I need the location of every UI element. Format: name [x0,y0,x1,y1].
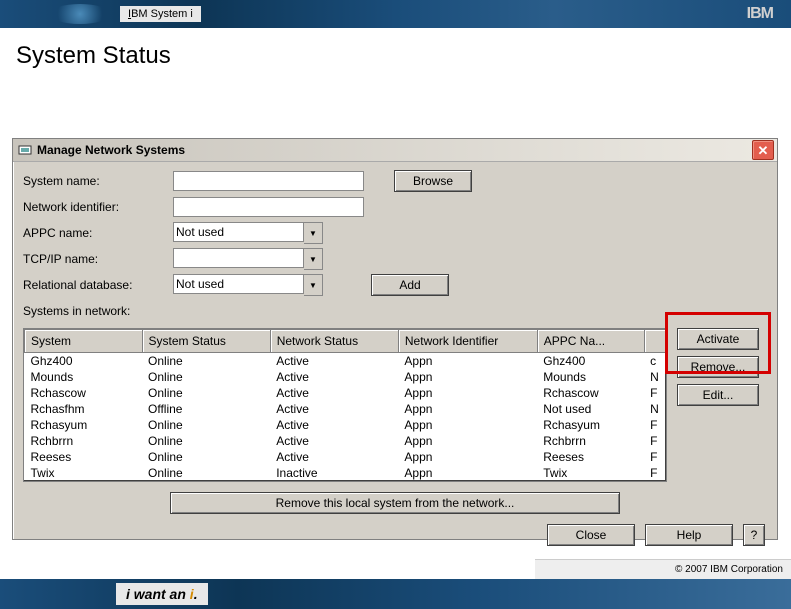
table-cell: Appn [398,465,537,481]
top-banner: IIBM System iBM System i IBM [0,0,791,28]
table-cell: Appn [398,353,537,370]
close-button[interactable]: Close [547,524,635,546]
manage-network-systems-dialog: Manage Network Systems ✕ System name: Br… [12,138,778,540]
table-row[interactable]: TwixOnlineInactiveAppnTwixF [25,465,666,481]
table-cell: Active [270,353,398,370]
dialog-title: Manage Network Systems [37,143,185,157]
table-cell: Active [270,433,398,449]
relational-db-input[interactable] [173,274,304,294]
app-icon [17,142,33,158]
table-row[interactable]: MoundsOnlineActiveAppnMoundsN [25,369,666,385]
table-cell: Active [270,401,398,417]
chevron-down-icon[interactable]: ▼ [304,274,323,296]
page-title: System Status [0,28,791,88]
footer-banner: i want an i. [0,579,791,609]
browse-button[interactable]: Browse [394,170,472,192]
table-cell: Rchasyum [537,417,644,433]
table-row[interactable]: RchbrrnOnlineActiveAppnRchbrrnF [25,433,666,449]
table-cell: Active [270,417,398,433]
remove-button[interactable]: Remove... [677,356,759,378]
table-row[interactable]: ReesesOnlineActiveAppnReesesF [25,449,666,465]
table-cell: Online [142,465,270,481]
table-cell: Ghz400 [25,353,143,370]
table-cell: Appn [398,417,537,433]
table-cell: Rchbrrn [537,433,644,449]
table-cell: Active [270,385,398,401]
table-row[interactable]: Ghz400OnlineActiveAppnGhz400c [25,353,666,370]
table-cell: Online [142,449,270,465]
chevron-down-icon[interactable]: ▼ [304,222,323,244]
network-identifier-label: Network identifier: [23,200,173,214]
remove-local-system-button[interactable]: Remove this local system from the networ… [170,492,620,514]
table-cell: Online [142,417,270,433]
system-name-input[interactable] [173,171,364,191]
table-cell: Active [270,369,398,385]
table-cell: F [644,465,665,481]
table-cell: F [644,417,665,433]
table-cell: Twix [537,465,644,481]
table-cell: Not used [537,401,644,417]
table-cell: F [644,385,665,401]
table-cell: Twix [25,465,143,481]
table-cell: Rchascow [537,385,644,401]
tcpip-name-label: TCP/IP name: [23,252,173,266]
table-row[interactable]: RchasyumOnlineActiveAppnRchasyumF [25,417,666,433]
relational-db-label: Relational database: [23,278,173,292]
table-cell: Rchascow [25,385,143,401]
table-cell: Online [142,369,270,385]
table-header[interactable] [644,330,665,353]
ibm-logo: IBM [747,5,773,23]
context-help-button[interactable]: ? [743,524,765,546]
table-cell: Appn [398,401,537,417]
systems-table[interactable]: SystemSystem StatusNetwork StatusNetwork… [23,328,667,482]
table-header[interactable]: System [25,330,143,353]
table-cell: Reeses [537,449,644,465]
dialog-titlebar: Manage Network Systems ✕ [13,139,777,162]
table-cell: c [644,353,665,370]
table-cell: F [644,449,665,465]
table-cell: Appn [398,433,537,449]
table-cell: Offline [142,401,270,417]
appc-name-label: APPC name: [23,226,173,240]
add-button[interactable]: Add [371,274,449,296]
help-button[interactable]: Help [645,524,733,546]
tcpip-name-input[interactable] [173,248,304,268]
table-header[interactable]: System Status [142,330,270,353]
table-cell: Active [270,449,398,465]
table-header[interactable]: Network Identifier [398,330,537,353]
copyright-text: © 2007 IBM Corporation [535,559,791,579]
activate-button[interactable]: Activate [677,328,759,350]
table-cell: Online [142,353,270,370]
table-row[interactable]: RchasfhmOfflineActiveAppnNot usedN [25,401,666,417]
appc-name-input[interactable] [173,222,304,242]
footer-tagline: i want an i. [116,583,208,605]
table-cell: Ghz400 [537,353,644,370]
network-identifier-input[interactable] [173,197,364,217]
banner-product-label: IIBM System iBM System i [120,6,201,22]
table-cell: Reeses [25,449,143,465]
chevron-down-icon[interactable]: ▼ [304,248,323,270]
system-name-label: System name: [23,174,173,188]
table-cell: Inactive [270,465,398,481]
table-row[interactable]: RchascowOnlineActiveAppnRchascowF [25,385,666,401]
table-header[interactable]: Network Status [270,330,398,353]
table-cell: Rchbrrn [25,433,143,449]
table-cell: Appn [398,449,537,465]
table-cell: Rchasyum [25,417,143,433]
table-cell: Appn [398,385,537,401]
table-cell: Mounds [25,369,143,385]
table-header[interactable]: APPC Na... [537,330,644,353]
table-cell: F [644,433,665,449]
table-cell: Appn [398,369,537,385]
systems-in-network-label: Systems in network: [23,304,130,318]
close-icon[interactable]: ✕ [752,140,774,160]
table-cell: N [644,401,665,417]
table-cell: Online [142,385,270,401]
table-cell: N [644,369,665,385]
table-cell: Rchasfhm [25,401,143,417]
table-cell: Online [142,433,270,449]
form-area: System name: Browse Network identifier: … [13,162,777,326]
edit-button[interactable]: Edit... [677,384,759,406]
table-cell: Mounds [537,369,644,385]
